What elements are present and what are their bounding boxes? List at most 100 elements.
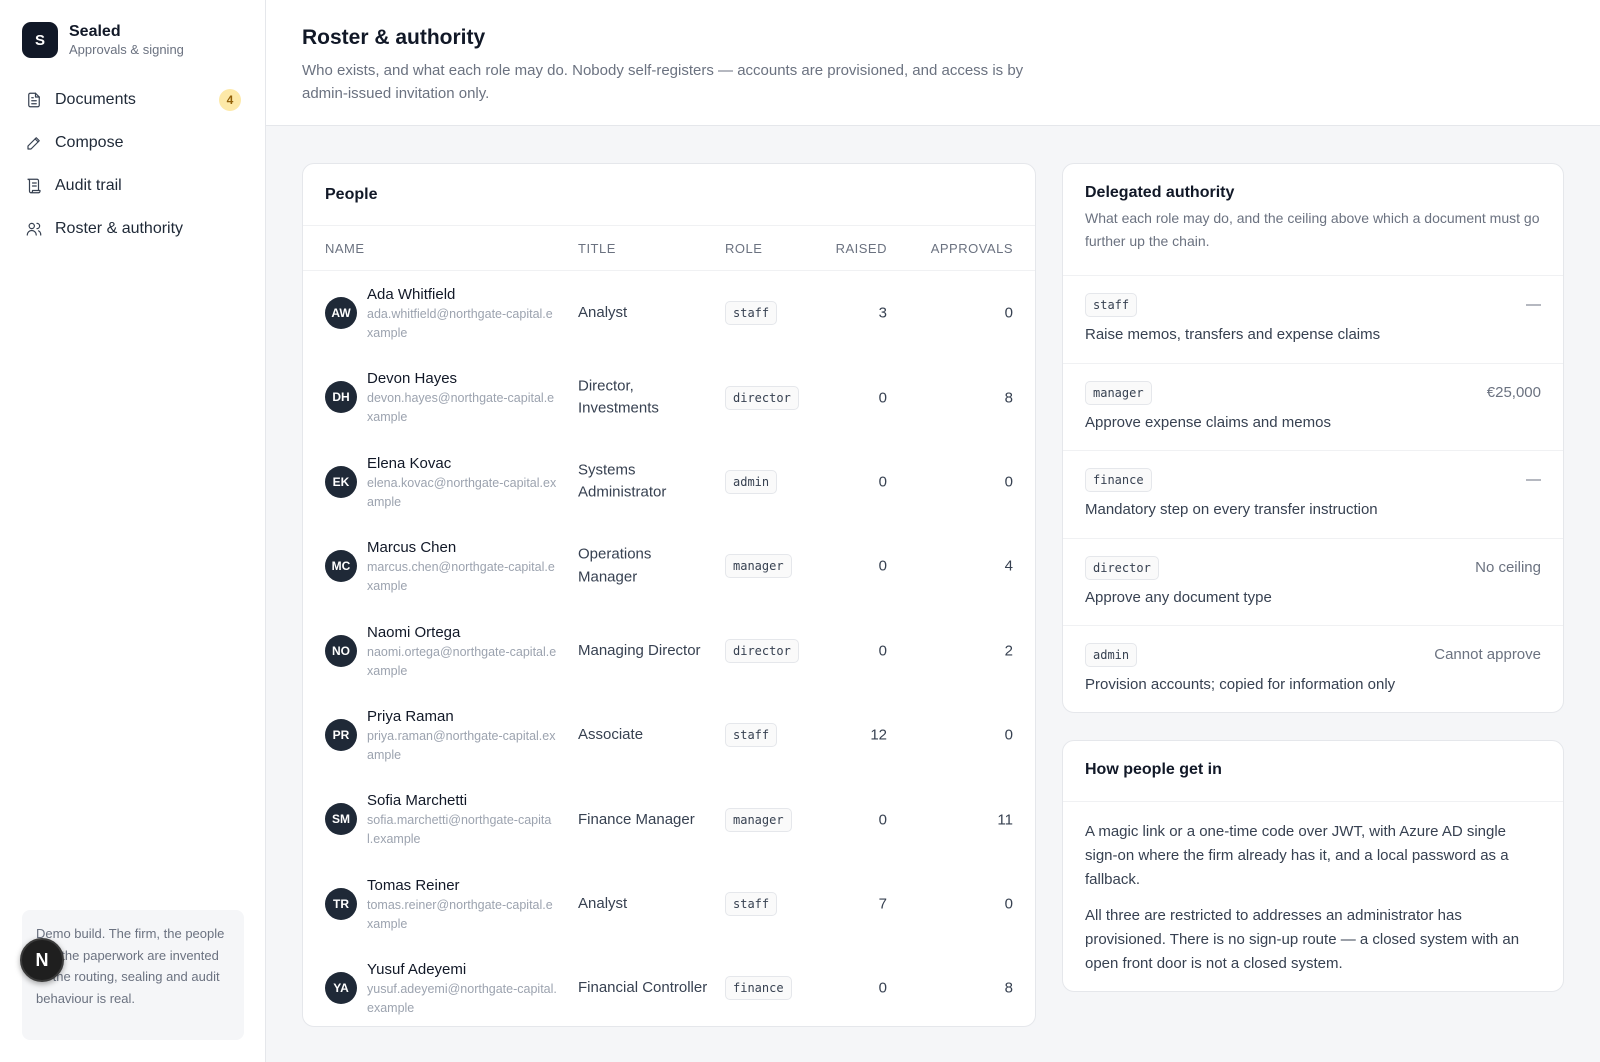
approval-ceiling: — [1526, 296, 1541, 313]
column-header-approvals[interactable]: APPROVALS [931, 241, 1013, 256]
person-title: Associate [578, 725, 644, 743]
role-tag: manager [725, 554, 792, 579]
person-name[interactable]: Priya Raman [367, 707, 557, 727]
sidebar-item-audit-trail[interactable]: Audit trail [24, 164, 241, 207]
sidebar-item-label: Roster & authority [55, 219, 184, 237]
role-tag: director [1085, 555, 1159, 580]
authority-description: Provision accounts; copied for informati… [1085, 676, 1396, 694]
sidebar-item-compose[interactable]: Compose [24, 121, 241, 164]
person-name[interactable]: Sofia Marchetti [367, 791, 557, 811]
table-row[interactable]: TR Tomas Reiner tomas.reiner@northgate-cap… [303, 862, 1035, 946]
authority-row: staff — Raise memos, transfers and expense… [1063, 276, 1563, 364]
table-row[interactable]: MC Marcus Chen marcus.chen@northgate-capit… [303, 524, 1035, 608]
role-tag: admin [1085, 643, 1138, 668]
approval-ceiling: — [1526, 471, 1541, 489]
person-cell: Ada Whitfield ada.whitfield@northgate-cap… [367, 285, 557, 343]
people-card-title: People [325, 186, 378, 203]
assistant-fab-button[interactable]: N [20, 938, 64, 982]
person-name[interactable]: Naomi Ortega [367, 623, 557, 643]
raised-count: 7 [878, 895, 887, 913]
table-row[interactable]: SM Sofia Marchetti sofia.marchetti@northga… [303, 777, 1035, 861]
authority-description: Approve any document type [1085, 588, 1272, 606]
brand-name: Sealed [69, 22, 121, 40]
person-name[interactable]: Ada Whitfield [367, 285, 557, 305]
brand[interactable]: S Sealed Approvals & signing [0, 0, 265, 58]
table-row[interactable]: NO Naomi Ortega naomi.ortega@northgate-cap… [303, 609, 1035, 693]
page-title: Roster & authority [302, 26, 486, 49]
person-email: yusuf.adeyemi@northgate-capital.example [367, 982, 557, 1016]
person-email: devon.hayes@northgate-capital.example [367, 391, 555, 425]
person-name[interactable]: Marcus Chen [367, 538, 557, 558]
role-tag: manager [725, 807, 792, 832]
person-email: naomi.ortega@northgate-capital.example [367, 644, 557, 678]
person-title: Operations Manager [578, 545, 652, 586]
avatar: NO [325, 634, 357, 667]
sidebar-item-roster-authority[interactable]: Roster & authority [24, 207, 241, 250]
person-cell: Naomi Ortega naomi.ortega@northgate-capit… [367, 623, 557, 681]
authority-description: Mandatory step on every transfer instruc… [1085, 501, 1378, 519]
how-paragraph: All three are restricted to addresses an… [1085, 907, 1520, 972]
person-cell: Priya Raman priya.raman@northgate-capital… [367, 707, 557, 765]
column-header-title[interactable]: TITLE [578, 241, 616, 256]
role-tag: manager [1085, 380, 1152, 405]
authority-row: admin Cannot approve Provision accounts; c… [1063, 626, 1563, 712]
raised-count: 3 [878, 304, 887, 322]
how-card-title: How people get in [1085, 761, 1222, 778]
how-people-get-in-card: How people get in A magic link or a one-… [1062, 740, 1564, 992]
people-card-header: People [303, 164, 1035, 226]
role-tag: director [725, 638, 799, 663]
table-row[interactable]: DH Devon Hayes devon.hayes@northgate-capit… [303, 355, 1035, 439]
person-email: sofia.marchetti@northgate-capital.exampl… [367, 813, 552, 847]
approvals-count: 0 [1004, 304, 1013, 322]
sidebar-item-documents[interactable]: Documents 4 [24, 78, 241, 121]
authority-card-description: What each role may do, and the ceiling a… [1085, 210, 1540, 249]
approval-ceiling: Cannot approve [1434, 646, 1541, 664]
brand-text: Sealed Approvals & signing [69, 23, 184, 58]
sidebar-item-label: Documents [55, 90, 136, 108]
person-name[interactable]: Yusuf Adeyemi [367, 960, 557, 980]
person-name[interactable]: Devon Hayes [367, 369, 557, 389]
table-row[interactable]: AW Ada Whitfield ada.whitfield@northgate-c… [303, 271, 1035, 355]
scroll-icon [24, 176, 44, 196]
person-email: ada.whitfield@northgate-capital.example [367, 307, 553, 340]
column-header-role[interactable]: ROLE [725, 241, 762, 256]
person-email: tomas.reiner@northgate-capital.example [367, 897, 553, 931]
authority-card-header: Delegated authority What each role may d… [1063, 164, 1563, 276]
approval-ceiling: No ceiling [1475, 558, 1541, 576]
role-tag: staff [725, 723, 778, 748]
avatar: SM [325, 803, 357, 836]
role-tag: finance [725, 976, 792, 1001]
person-title: Financial Controller [578, 979, 708, 997]
table-row[interactable]: YA Yusuf Adeyemi yusuf.adeyemi@northgate-c… [303, 946, 1035, 1026]
approvals-count: 0 [1004, 473, 1013, 491]
role-tag: finance [1085, 468, 1152, 493]
people-card: People NAME TITLE ROLE RAISED APPROVALS … [302, 163, 1036, 1027]
raised-count: 0 [878, 557, 887, 575]
table-row[interactable]: EK Elena Kovac elena.kovac@northgate-capit… [303, 440, 1035, 524]
person-email: marcus.chen@northgate-capital.example [367, 560, 555, 594]
people-table-body: AW Ada Whitfield ada.whitfield@northgate-c… [303, 271, 1035, 1026]
authority-row: finance — Mandatory step on every transfer… [1063, 451, 1563, 539]
approvals-count: 11 [997, 811, 1013, 829]
column-header-raised[interactable]: RAISED [836, 241, 887, 256]
person-cell: Tomas Reiner tomas.reiner@northgate-capit… [367, 876, 557, 934]
table-row[interactable]: PR Priya Raman priya.raman@northgate-capit… [303, 693, 1035, 777]
how-paragraph: A magic link or a one-time code over JWT… [1085, 823, 1509, 888]
person-name[interactable]: Elena Kovac [367, 454, 557, 474]
role-tag: staff [1085, 293, 1138, 317]
column-header-name[interactable]: NAME [325, 241, 365, 256]
how-card-body: A magic link or a one-time code over JWT… [1063, 802, 1563, 976]
person-title: Systems Administrator [578, 461, 667, 501]
avatar: EK [325, 465, 357, 498]
approvals-count: 0 [1004, 726, 1013, 744]
person-cell: Yusuf Adeyemi yusuf.adeyemi@northgate-cap… [367, 960, 557, 1018]
person-title: Managing Director [578, 641, 701, 659]
delegated-authority-card: Delegated authority What each role may d… [1062, 163, 1564, 713]
people-table-header: NAME TITLE ROLE RAISED APPROVALS [303, 226, 1035, 271]
pen-icon [24, 133, 44, 153]
approvals-count: 4 [1004, 557, 1013, 575]
approvals-count: 0 [1004, 895, 1013, 913]
person-cell: Devon Hayes devon.hayes@northgate-capital… [367, 369, 557, 427]
person-name[interactable]: Tomas Reiner [367, 876, 557, 896]
authority-list: staff — Raise memos, transfers and expense… [1063, 276, 1563, 712]
